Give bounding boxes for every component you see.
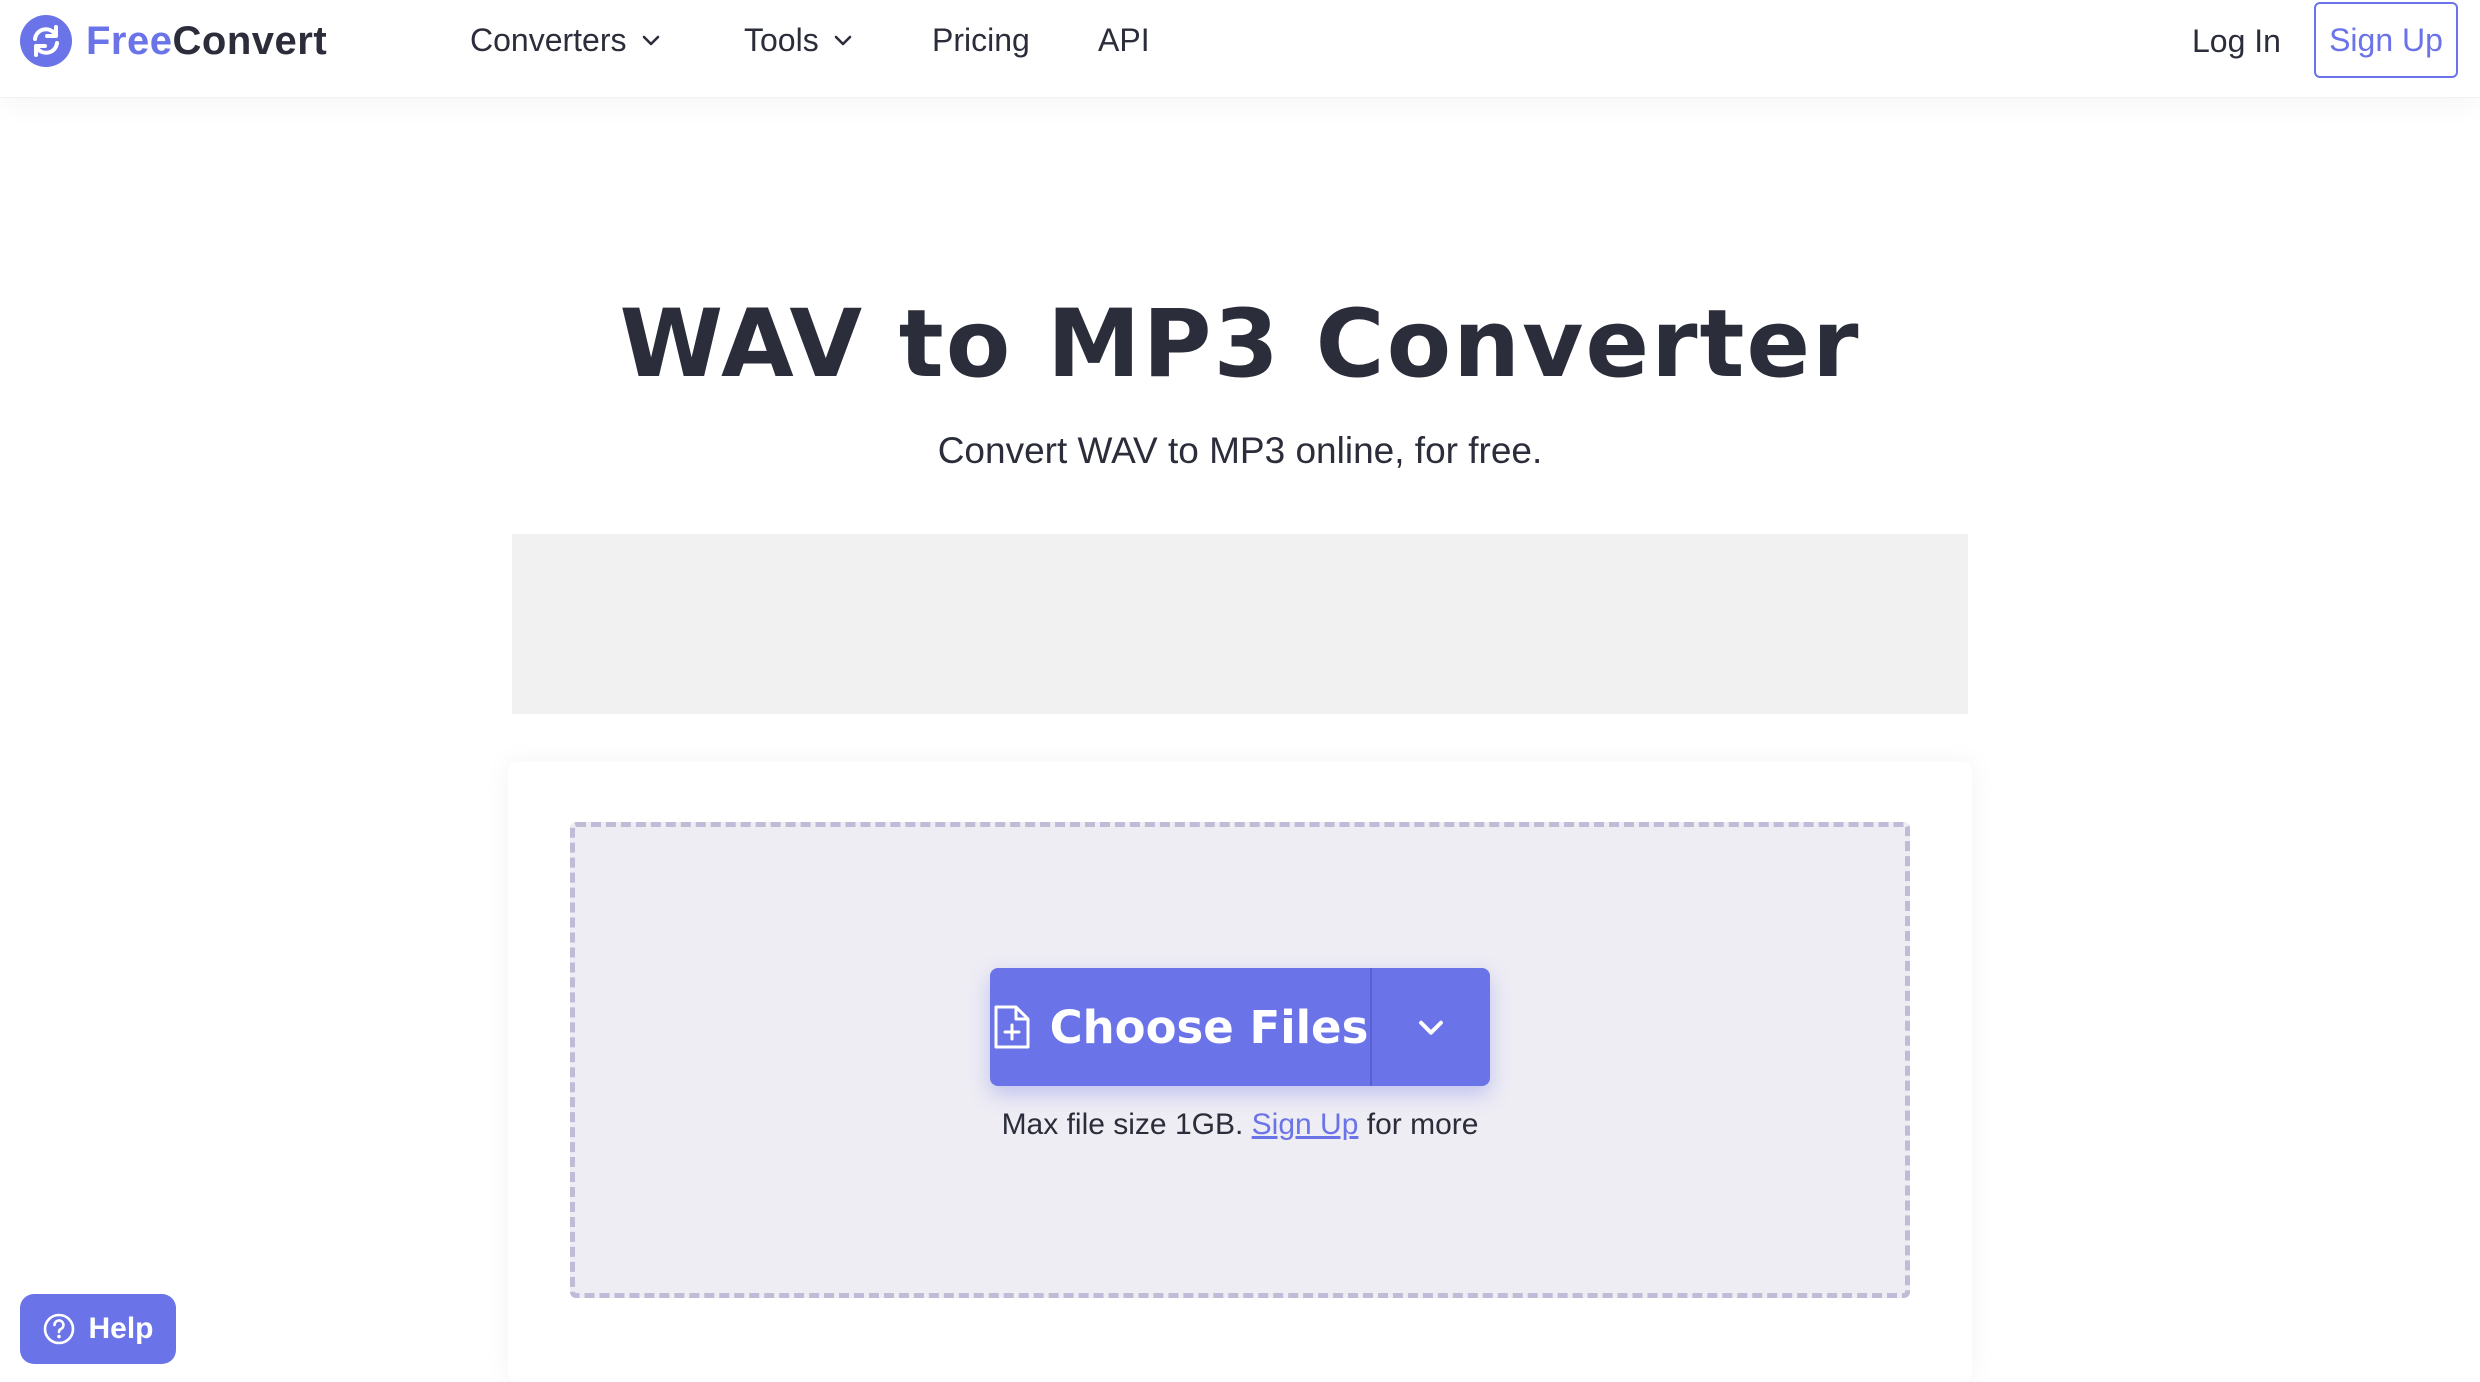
nav-converters-label: Converters — [470, 21, 627, 58]
question-circle-icon — [44, 1313, 75, 1345]
chevron-down-icon — [1419, 1020, 1443, 1035]
login-link[interactable]: Log In — [2192, 18, 2281, 64]
ad-placeholder — [512, 534, 1968, 714]
nav-tools[interactable]: Tools — [744, 18, 855, 62]
nav-converters[interactable]: Converters — [470, 18, 663, 62]
page-subtitle: Convert WAV to MP3 online, for free. — [937, 430, 1543, 471]
file-plus-icon — [994, 1005, 1030, 1049]
max-size-note: Max file size 1GB. Sign Up for more — [0, 1108, 2480, 1142]
signup-button[interactable]: Sign Up — [2314, 2, 2458, 78]
choose-files-group: Choose Files — [990, 968, 1490, 1086]
logo[interactable]: FreeConvert — [20, 14, 327, 68]
signup-link[interactable]: Sign Up — [1252, 1108, 1359, 1141]
logo-convert: Convert — [172, 18, 328, 63]
help-label: Help — [88, 1312, 154, 1345]
chevron-down-icon — [642, 35, 659, 46]
chevron-down-icon — [834, 35, 852, 46]
choose-files-label: Choose Files — [1049, 1000, 1369, 1054]
logo-free: Free — [86, 18, 173, 63]
choose-files-button[interactable]: Choose Files — [990, 968, 1370, 1086]
page-title: WAV to MP3 Converter — [619, 290, 1861, 399]
site-header: FreeConvert Converters Tools Pricing API… — [0, 0, 2480, 98]
logo-icon — [20, 15, 72, 67]
more-text: for more — [1366, 1108, 1479, 1141]
nav-api[interactable]: API — [1098, 18, 1150, 62]
max-size-text: Max file size 1GB. — [1001, 1108, 1244, 1141]
nav-api-label: API — [1098, 21, 1150, 58]
upload-source-dropdown[interactable] — [1372, 968, 1490, 1086]
help-button[interactable]: Help — [20, 1294, 176, 1364]
nav-pricing-label: Pricing — [932, 21, 1030, 58]
nav-tools-label: Tools — [744, 21, 819, 58]
nav-pricing[interactable]: Pricing — [932, 18, 1030, 62]
logo-wordmark: FreeConvert — [86, 19, 327, 64]
